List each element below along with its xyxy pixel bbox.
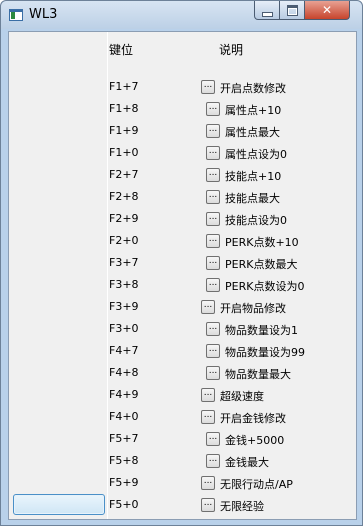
column-header-key: 键位 (109, 43, 134, 57)
toggle-button[interactable]: ... (206, 190, 220, 204)
minimize-icon (261, 11, 273, 17)
toggle-button[interactable]: ... (206, 344, 220, 358)
hotkey-row: F2+0... PERK点数+10 (9, 231, 356, 253)
hotkey-key: F5+7 (109, 432, 139, 445)
toggle-button[interactable]: ... (206, 168, 220, 182)
hotkey-key: F2+0 (109, 234, 139, 247)
hotkey-description: 属性点+10 (225, 104, 282, 117)
close-icon: ✕ (321, 3, 333, 17)
hotkey-key: F3+8 (109, 278, 139, 291)
toggle-button[interactable]: ... (206, 102, 220, 116)
app-icon (9, 9, 23, 21)
hotkey-description: 开启点数修改 (220, 82, 286, 95)
hotkey-row: F5+7... 金钱+5000 (9, 429, 356, 451)
hotkey-row: F2+9... 技能点设为0 (9, 209, 356, 231)
hotkey-description: 无限行动点/AP (220, 478, 293, 491)
toggle-button[interactable]: ... (206, 366, 220, 380)
hotkey-key: F4+9 (109, 388, 139, 401)
hotkey-key: F2+9 (109, 212, 139, 225)
maximize-icon (286, 4, 298, 16)
hotkey-description: 开启物品修改 (220, 302, 286, 315)
maximize-button[interactable] (280, 1, 305, 20)
hotkey-description: PERK点数+10 (225, 236, 299, 249)
hotkey-description: 属性点最大 (225, 126, 280, 139)
hotkey-key: F4+8 (109, 366, 139, 379)
toggle-button[interactable]: ... (206, 454, 220, 468)
hotkey-key: F5+8 (109, 454, 139, 467)
client-area: 键位 说明 F1+7... 开启点数修改 F1+8... 属性点+10 F1+9... 属… (8, 31, 357, 520)
toggle-button[interactable]: ... (201, 388, 215, 402)
hotkey-key: F2+7 (109, 168, 139, 181)
toggle-button[interactable]: ... (206, 278, 220, 292)
hotkey-description: 物品数量设为1 (225, 324, 298, 337)
hotkey-key: F4+7 (109, 344, 139, 357)
hotkey-description: 物品数量最大 (225, 368, 291, 381)
hotkey-description: 技能点最大 (225, 192, 280, 205)
hotkey-row: F5+8... 金钱最大 (9, 451, 356, 473)
hotkey-row: F4+9... 超级速度 (9, 385, 356, 407)
hotkey-row: F1+8... 属性点+10 (9, 99, 356, 121)
hotkey-row: F1+0... 属性点设为0 (9, 143, 356, 165)
hotkey-key: F3+7 (109, 256, 139, 269)
column-header-description: 说明 (219, 43, 244, 57)
toggle-button[interactable]: ... (206, 124, 220, 138)
hotkey-row: F4+7... 物品数量设为99 (9, 341, 356, 363)
hotkey-description: PERK点数设为0 (225, 280, 305, 293)
toggle-button[interactable]: ... (206, 146, 220, 160)
hotkey-key: F1+8 (109, 102, 139, 115)
hotkey-description: 物品数量设为99 (225, 346, 305, 359)
hotkey-row: F4+0... 开启金钱修改 (9, 407, 356, 429)
action-button[interactable] (13, 494, 105, 515)
hotkey-description: 开启金钱修改 (220, 412, 286, 425)
hotkey-key: F4+0 (109, 410, 139, 423)
toggle-button[interactable]: ... (201, 410, 215, 424)
hotkey-row: F2+7... 技能点+10 (9, 165, 356, 187)
hotkey-row: F1+7... 开启点数修改 (9, 77, 356, 99)
toggle-button[interactable]: ... (201, 476, 215, 490)
hotkey-key: F2+8 (109, 190, 139, 203)
hotkey-description: 超级速度 (220, 390, 264, 403)
toggle-button[interactable]: ... (201, 80, 215, 94)
hotkey-row: F3+8... PERK点数设为0 (9, 275, 356, 297)
toggle-button[interactable]: ... (206, 432, 220, 446)
hotkey-row: F3+9... 开启物品修改 (9, 297, 356, 319)
toggle-button[interactable]: ... (206, 234, 220, 248)
minimize-button[interactable] (254, 1, 280, 20)
app-window: WL3 ✕ 键位 说明 F1+7... 开启点数修改 F1+8... 属性点+10 F1… (0, 0, 363, 526)
toggle-button[interactable]: ... (206, 256, 220, 270)
hotkey-description: PERK点数最大 (225, 258, 298, 271)
hotkey-key: F5+0 (109, 498, 139, 511)
hotkey-description: 属性点设为0 (225, 148, 287, 161)
hotkey-description: 技能点+10 (225, 170, 282, 183)
hotkey-row: F3+0... 物品数量设为1 (9, 319, 356, 341)
hotkey-row: F3+7... PERK点数最大 (9, 253, 356, 275)
hotkey-key: F1+0 (109, 146, 139, 159)
window-title: WL3 (29, 7, 58, 22)
toggle-button[interactable]: ... (206, 212, 220, 226)
hotkey-key: F3+9 (109, 300, 139, 313)
hotkey-key: F1+7 (109, 80, 139, 93)
toggle-button[interactable]: ... (201, 300, 215, 314)
hotkey-row: F4+8... 物品数量最大 (9, 363, 356, 385)
close-button[interactable]: ✕ (305, 1, 350, 20)
hotkey-description: 金钱+5000 (225, 434, 285, 447)
hotkey-row: F2+8... 技能点最大 (9, 187, 356, 209)
hotkey-key: F1+9 (109, 124, 139, 137)
hotkey-row: F1+9... 属性点最大 (9, 121, 356, 143)
hotkey-key: F5+9 (109, 476, 139, 489)
hotkey-key: F3+0 (109, 322, 139, 335)
hotkey-row: F5+9... 无限行动点/AP (9, 473, 356, 495)
hotkey-description: 无限经验 (220, 500, 264, 513)
hotkey-description: 技能点设为0 (225, 214, 287, 227)
hotkey-description: 金钱最大 (225, 456, 269, 469)
toggle-button[interactable]: ... (206, 322, 220, 336)
toggle-button[interactable]: ... (201, 498, 215, 512)
